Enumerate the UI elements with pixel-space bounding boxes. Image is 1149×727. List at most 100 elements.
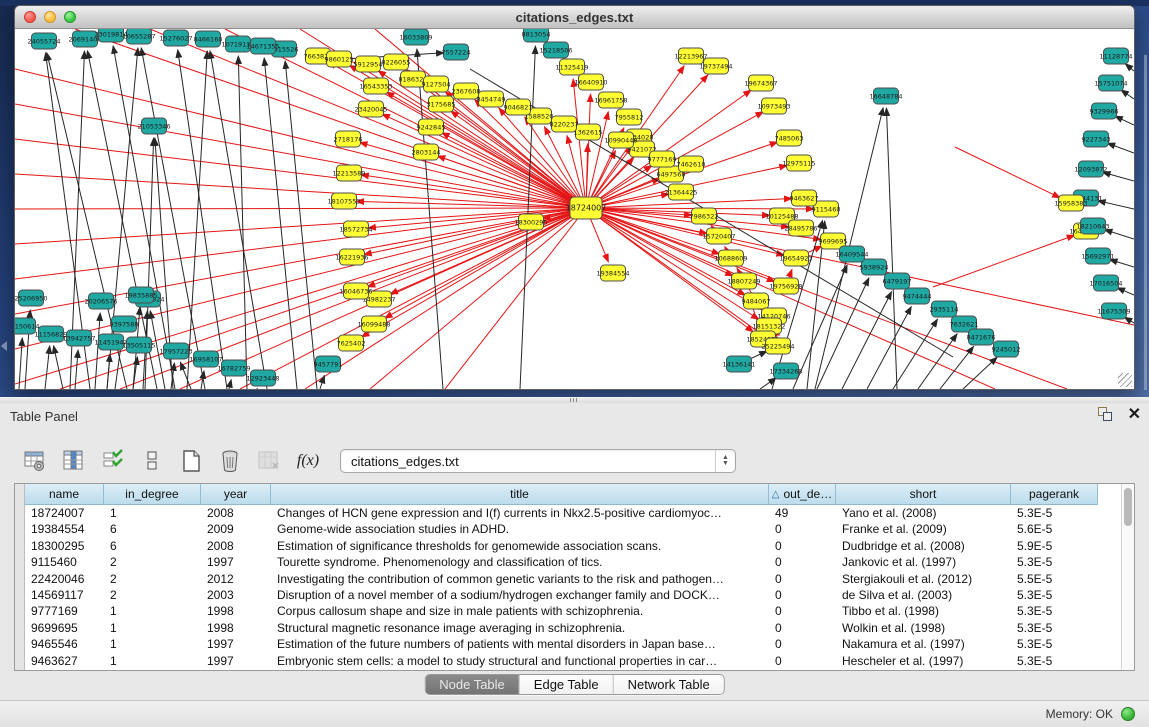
selected-node[interactable]: 18572734 <box>339 221 372 237</box>
cell-title[interactable]: Estimation of significance thresholds fo… <box>271 538 769 554</box>
node[interactable]: 11128774 <box>1099 48 1132 64</box>
cell-outde[interactable]: 0 <box>769 538 836 554</box>
cell-pagerank[interactable]: 5.3E-5 <box>1011 620 1098 636</box>
column-header-year[interactable]: year <box>201 484 271 505</box>
cell-short[interactable]: Nakamura et al. (1997) <box>836 636 1011 652</box>
edge[interactable] <box>1104 230 1134 239</box>
cell-indegree[interactable]: 1 <box>104 603 201 619</box>
selected-edge[interactable] <box>15 174 586 208</box>
cell-short[interactable]: Tibbo et al. (1998) <box>836 603 1011 619</box>
edge[interactable] <box>1115 116 1134 125</box>
cell-name[interactable]: 19384554 <box>25 521 104 537</box>
float-panel-icon[interactable] <box>1098 407 1114 423</box>
selected-node[interactable]: 8226055 <box>382 54 411 70</box>
node[interactable]: 6479197 <box>883 273 912 289</box>
edge[interactable] <box>893 319 938 389</box>
selected-edge[interactable] <box>955 147 1060 198</box>
cell-pagerank[interactable]: 5.3E-5 <box>1011 653 1098 669</box>
cell-name[interactable]: 22420046 <box>25 571 104 587</box>
selected-node[interactable]: 2718176 <box>334 131 363 147</box>
node[interactable]: 8466160 <box>194 31 223 47</box>
selected-node[interactable]: 12975115 <box>782 155 815 171</box>
cell-title[interactable]: Disruption of a novel member of a sodium… <box>271 587 769 603</box>
edge[interactable] <box>178 50 227 389</box>
cell-name[interactable]: 18300295 <box>25 538 104 554</box>
selected-node[interactable]: 21364425 <box>664 184 697 200</box>
selected-edge[interactable] <box>361 208 586 337</box>
cell-indegree[interactable]: 2 <box>104 554 201 570</box>
edge[interactable] <box>1109 260 1134 267</box>
edge[interactable] <box>1125 64 1134 71</box>
edge[interactable] <box>95 313 100 389</box>
node[interactable]: 2935114 <box>930 301 959 317</box>
node[interactable]: 20206576 <box>84 293 117 309</box>
import-table-icon[interactable] <box>256 448 282 474</box>
network-view-window[interactable]: citations_edges.txt 13626151588520236760… <box>14 5 1135 390</box>
cell-indegree[interactable]: 2 <box>104 587 201 603</box>
node[interactable]: 16648784 <box>869 88 902 104</box>
scrollbar-thumb[interactable] <box>1124 488 1132 526</box>
edge[interactable] <box>264 58 297 389</box>
table-options-icon[interactable] <box>22 448 48 474</box>
cell-outde[interactable]: 0 <box>769 521 836 537</box>
node[interactable]: 18210643 <box>1076 218 1109 234</box>
node[interactable]: 25206950 <box>15 290 48 306</box>
show-columns-icon[interactable] <box>61 448 87 474</box>
selected-node[interactable]: 7986322 <box>690 208 719 224</box>
select-rows-icon[interactable] <box>100 448 126 474</box>
cell-title[interactable]: Investigating the contribution of common… <box>271 571 769 587</box>
selected-node[interactable]: 19654923 <box>779 250 812 266</box>
cell-outde[interactable]: 0 <box>769 620 836 636</box>
edge[interactable] <box>1098 201 1134 209</box>
node[interactable]: 15692971 <box>1081 248 1114 264</box>
node[interactable]: 9245012 <box>992 341 1021 357</box>
edge[interactable] <box>963 357 997 389</box>
selected-node[interactable]: 5912954 <box>354 56 383 72</box>
tab-node-table[interactable]: Node Table <box>425 675 520 694</box>
column-header-indegree[interactable]: in_degree <box>104 484 201 505</box>
edge[interactable] <box>210 51 267 389</box>
node[interactable]: 7557224 <box>442 44 471 60</box>
edge[interactable] <box>817 278 869 389</box>
edge[interactable] <box>187 51 207 389</box>
cell-title[interactable]: Structural magnetic resonance image aver… <box>271 620 769 636</box>
cell-indegree[interactable]: 2 <box>104 571 201 587</box>
hub-node[interactable]: 18724007 <box>566 197 607 219</box>
cell-title[interactable]: Estimation of the future numbers of pati… <box>271 636 769 652</box>
cell-short[interactable]: Wolkin et al. (1998) <box>836 620 1011 636</box>
selected-node[interactable]: 9463627 <box>790 190 819 206</box>
selected-node[interactable]: 16221936 <box>335 249 368 265</box>
cell-year[interactable]: 2008 <box>201 538 271 554</box>
zoom-window-button[interactable] <box>64 11 76 23</box>
node[interactable]: 16409544 <box>835 246 868 262</box>
tab-network-table[interactable]: Network Table <box>614 675 724 694</box>
cell-outde[interactable]: 0 <box>769 587 836 603</box>
edge[interactable] <box>1107 143 1134 153</box>
table-row[interactable]: 977716911998Corpus callosum shape and si… <box>25 603 1121 619</box>
table-row[interactable]: 946362711997Embryonic stem cells: a mode… <box>25 653 1121 669</box>
column-header-name[interactable]: name <box>25 484 104 505</box>
edge[interactable] <box>45 346 50 389</box>
selected-edge[interactable] <box>15 69 586 208</box>
edge[interactable] <box>19 338 22 389</box>
selected-node[interactable]: 2803144 <box>412 144 441 160</box>
node[interactable]: 16958107 <box>189 351 222 367</box>
selected-edge[interactable] <box>586 208 789 227</box>
table-row[interactable]: 2242004622012Investigating the contribut… <box>25 571 1121 587</box>
node[interactable]: 9227343 <box>1082 131 1111 147</box>
cell-title[interactable]: Genome-wide association studies in ADHD. <box>271 521 769 537</box>
panel-collapse-arrow[interactable] <box>1 341 7 351</box>
cell-title[interactable]: Embryonic stem cells: a model to study s… <box>271 653 769 669</box>
cell-name[interactable]: 18724007 <box>25 505 104 521</box>
network-canvas[interactable]: 1362615158852023676082718176280314429351… <box>15 29 1134 389</box>
new-table-icon[interactable] <box>178 448 204 474</box>
selected-node[interactable]: 9777169 <box>648 151 677 167</box>
selected-node[interactable]: 10990448 <box>604 132 637 148</box>
node[interactable]: 9329966 <box>1090 103 1119 119</box>
cell-outde[interactable]: 0 <box>769 571 836 587</box>
node[interactable]: 14671355 <box>246 38 279 54</box>
cell-indegree[interactable]: 6 <box>104 521 201 537</box>
selected-node[interactable]: 7462610 <box>677 156 706 172</box>
node[interactable]: 17957223 <box>159 343 192 359</box>
network-window-titlebar[interactable]: citations_edges.txt <box>15 6 1134 29</box>
